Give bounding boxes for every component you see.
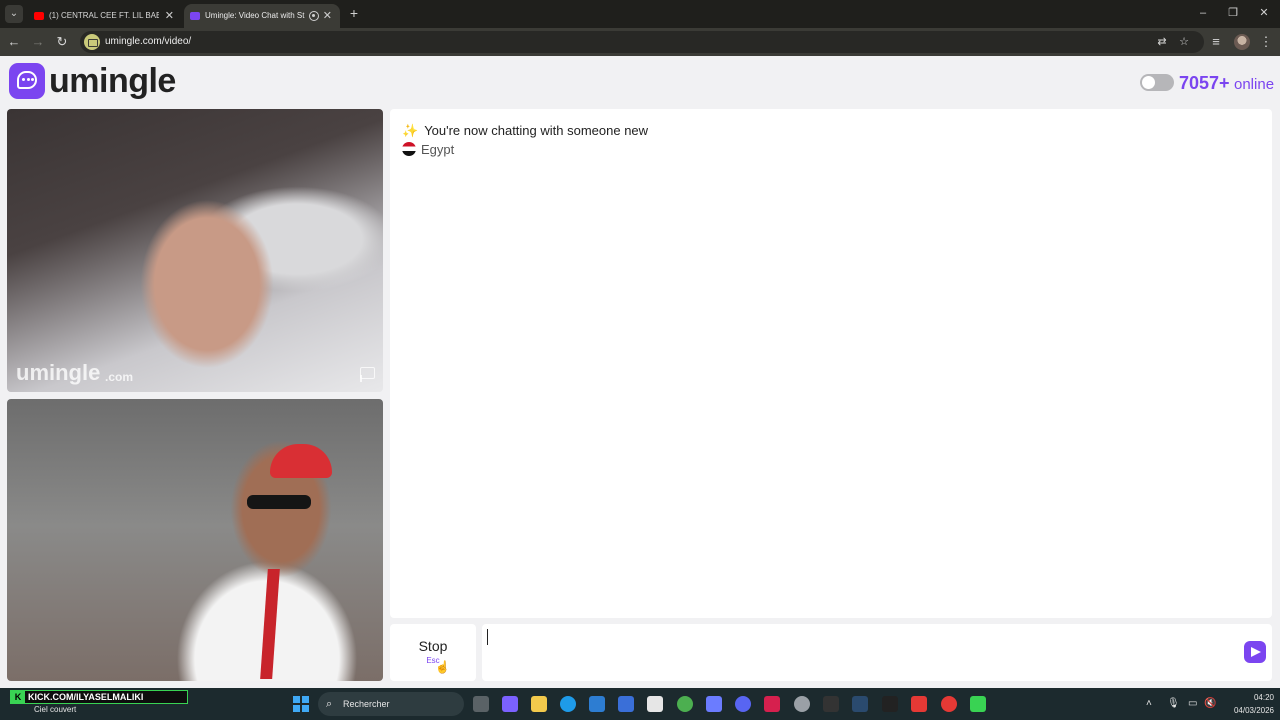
mail-icon[interactable] <box>618 696 634 712</box>
copilot-icon[interactable] <box>502 696 518 712</box>
volume-muted-icon[interactable]: 🔇 <box>1204 697 1216 711</box>
close-tab-icon[interactable]: ✕ <box>323 4 332 28</box>
game-launcher-icon[interactable] <box>823 696 839 712</box>
taskbar-search[interactable]: ⌕ Rechercher <box>318 692 464 716</box>
stop-label: Stop <box>418 638 448 654</box>
minimize-icon[interactable]: – <box>1196 6 1210 20</box>
tray-overflow-icon[interactable]: ˄ <box>1146 697 1152 711</box>
tab-title: Umingle: Video Chat with St <box>205 11 305 20</box>
gamepad-icon[interactable] <box>706 696 722 712</box>
search-icon: ⌕ <box>326 698 333 710</box>
tab-title: (1) CENTRAL CEE FT. LIL BABY - <box>49 11 159 20</box>
settings-gear-icon[interactable] <box>794 696 810 712</box>
edge-icon[interactable] <box>560 696 576 712</box>
video-watermark: umingle <box>16 360 101 385</box>
obs-icon[interactable] <box>941 696 957 712</box>
umingle-logo-icon[interactable] <box>9 63 45 99</box>
file-explorer-icon[interactable] <box>531 696 547 712</box>
close-tab-icon[interactable]: ✕ <box>165 4 174 28</box>
menu-kebab-icon[interactable]: ⋮ <box>1258 34 1274 50</box>
reload-icon[interactable]: ↻ <box>54 34 70 50</box>
local-video-figure <box>270 444 332 478</box>
epic-games-icon[interactable] <box>882 696 898 712</box>
forward-icon[interactable]: → <box>30 34 46 50</box>
egypt-flag-icon <box>402 142 416 156</box>
task-view-icon[interactable] <box>473 696 489 712</box>
translate-icon[interactable]: ⇄ <box>1154 34 1170 50</box>
media-controls-icon[interactable]: ≡ <box>1208 34 1224 50</box>
partner-country: Egypt <box>421 142 455 157</box>
message-input[interactable] <box>482 624 1272 681</box>
close-window-icon[interactable]: ✕ <box>1257 6 1271 20</box>
local-video <box>7 399 383 681</box>
profile-avatar[interactable] <box>1234 34 1250 50</box>
browser-tab-strip: ⌄ (1) CENTRAL CEE FT. LIL BABY - ✕ Uming… <box>0 0 1280 28</box>
chat-log: ✨ You're now chatting with someone new Eg… <box>390 109 1272 618</box>
tab-umingle[interactable]: Umingle: Video Chat with St ✕ <box>184 4 340 28</box>
weather-widget[interactable]: Ciel couvert <box>34 705 76 714</box>
address-bar[interactable]: umingle.com/video/ ⇄ ☆ <box>80 31 1204 53</box>
send-button[interactable] <box>1244 641 1266 663</box>
clock-time: 04:20 <box>1253 693 1274 702</box>
clock-date: 04/03/2026 <box>1233 706 1274 715</box>
text-caret <box>487 629 488 645</box>
sparkle-icon: ✨ <box>402 123 419 138</box>
search-label: Rechercher <box>343 699 390 709</box>
recording-indicator-icon[interactable] <box>309 11 319 21</box>
online-label: online <box>1234 76 1275 93</box>
report-flag-icon[interactable] <box>359 366 375 382</box>
hand-cursor-icon: ☝ <box>435 660 450 674</box>
discord-icon[interactable] <box>735 696 751 712</box>
theme-toggle[interactable] <box>1140 74 1174 91</box>
umingle-favicon-icon <box>190 12 200 20</box>
stop-shortcut: Esc <box>426 656 440 665</box>
stream-overlay-banner: K KICK.COM/ILYASELMALIKI <box>10 690 188 704</box>
back-icon[interactable]: ← <box>6 34 22 50</box>
store-icon[interactable] <box>589 696 605 712</box>
stop-button[interactable]: Stop Esc ☝ <box>390 624 476 681</box>
kick-logo-icon: K <box>11 691 25 703</box>
youtube-icon <box>34 12 44 20</box>
new-tab-button[interactable]: + <box>346 5 362 21</box>
tab-search-button[interactable]: ⌄ <box>5 5 23 23</box>
url-text: umingle.com/video/ <box>105 36 192 47</box>
site-info-icon[interactable] <box>84 34 100 50</box>
steam-icon[interactable] <box>852 696 868 712</box>
restore-icon[interactable]: ❐ <box>1226 6 1240 20</box>
network-icon[interactable]: ▭ <box>1188 697 1197 711</box>
microphone-icon[interactable]: 🎙 <box>1167 697 1180 711</box>
online-count: 7057+ <box>1179 73 1230 93</box>
remote-video: umingle .com <box>7 109 383 392</box>
overlay-text: KICK.COM/ILYASELMALIKI <box>28 692 144 702</box>
chrome-icon[interactable] <box>677 696 693 712</box>
adobe-icon[interactable] <box>764 696 780 712</box>
start-button[interactable] <box>293 696 309 712</box>
logo-text[interactable]: umingle <box>49 58 176 104</box>
kick-app-icon[interactable] <box>970 696 986 712</box>
bookmark-star-icon[interactable]: ☆ <box>1176 34 1192 50</box>
windows-taskbar: K KICK.COM/ILYASELMALIKI Ciel couvert ⌕ … <box>0 688 1280 720</box>
browser-toolbar: ← → ↻ umingle.com/video/ ⇄ ☆ ≡ ⋮ <box>0 28 1280 56</box>
voicemeeter-icon[interactable] <box>911 696 927 712</box>
system-clock[interactable]: 04:20 04/03/2026 <box>1226 691 1274 717</box>
system-message: ✨ You're now chatting with someone new <box>402 123 649 138</box>
tab-youtube[interactable]: (1) CENTRAL CEE FT. LIL BABY - ✕ <box>28 4 182 28</box>
photos-icon[interactable] <box>647 696 663 712</box>
video-watermark-tld: .com <box>105 370 134 384</box>
umingle-page: umingle 7057+ online umingle .com ✨ You'r… <box>0 56 1280 688</box>
